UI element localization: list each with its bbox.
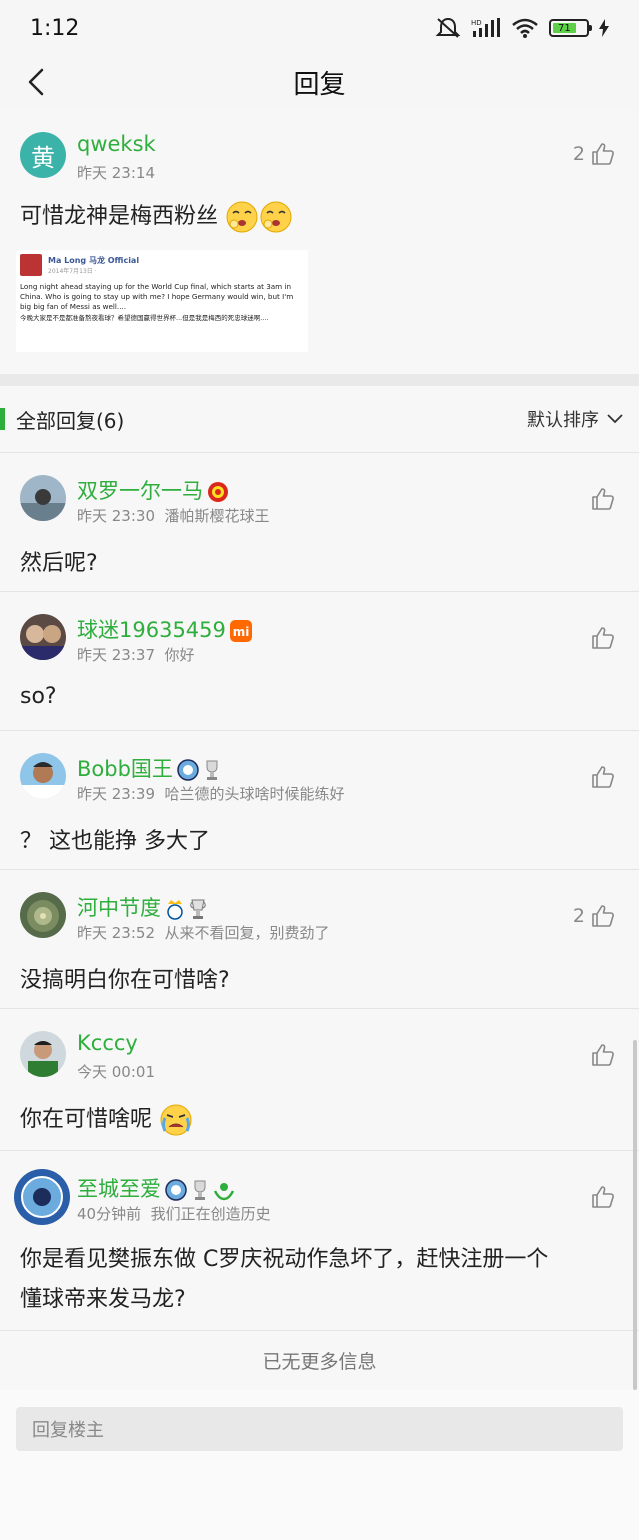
thumbs-up-icon [592, 143, 614, 165]
embed-body-zh: 今晚大家是不是都准备熬夜看球？希望德国赢得世界杯...但是我是梅西的死忠球迷啊.… [20, 314, 269, 322]
real-madrid-badge-icon [167, 900, 183, 920]
reply-text: 没搞明白你在可惜啥? [20, 968, 230, 993]
crying-emoji-icon [160, 1104, 192, 1136]
avatar[interactable] [20, 892, 66, 938]
post-time: 昨天 23:14 [77, 164, 155, 182]
reply-time: 今天 00:01 [77, 1063, 155, 1081]
section-divider [0, 374, 639, 386]
embedded-image[interactable]: Ma Long 马龙 Official 2014年7月13日 · Long ni… [16, 250, 308, 352]
reply-username[interactable]: 至城至爱 [77, 1173, 235, 1203]
embed-avatar [20, 254, 42, 276]
chevron-down-icon [607, 414, 623, 424]
like-count: 2 [572, 143, 585, 165]
post-username[interactable]: qweksk [77, 132, 156, 156]
reply-meta: 昨天 23:37 你好 [77, 646, 195, 664]
thumbs-up-icon [592, 766, 614, 788]
reply-meta: 40分钟前 我们正在创造历史 [77, 1205, 271, 1223]
page-title: 回复 [293, 69, 346, 100]
post-text-row: 可惜龙神是梅西粉丝 [20, 198, 293, 234]
battery-level: 71 [553, 23, 576, 34]
battery-icon: 71 [549, 19, 592, 37]
club-badge-icon [208, 482, 228, 502]
reply-text: ？ 这也能挣 多大了 [20, 829, 210, 854]
status-icons: HD 71 [435, 17, 609, 39]
signal-icon: HD [471, 18, 500, 37]
avatar[interactable] [20, 1031, 66, 1077]
post-text: 可惜龙神是梅西粉丝 [20, 204, 219, 229]
embed-name: Ma Long 马龙 Official [48, 256, 140, 265]
reply-item: 球迷19635459 mi 昨天 23:37 你好 so? [0, 591, 639, 730]
thumbs-up-icon [592, 627, 614, 649]
avatar[interactable] [20, 614, 66, 660]
reply-username[interactable]: 双罗一尔一马 [77, 475, 229, 505]
like-button[interactable] [591, 626, 615, 650]
embed-header: Ma Long 马龙 Official 2014年7月13日 · [20, 254, 304, 276]
mi-badge-icon: mi [229, 620, 252, 642]
status-bar: 1:12 HD 71 [0, 0, 639, 56]
reply-text-row: 你在可惜啥呢 [20, 1101, 193, 1137]
reply-item: Bobb国王 昨天 23:39 哈兰德的头球啥时候能练好 ？ 这也能挣 多大了 [0, 730, 639, 869]
sort-label: 默认排序 [527, 410, 599, 431]
like-count: 2 [572, 905, 585, 927]
charity-badge-icon [213, 1183, 235, 1201]
thumbs-up-icon [592, 905, 614, 927]
reply-text: 懂球帝来发马龙? [20, 1287, 186, 1312]
reply-item: 至城至爱 40分钟前 我们正在创造历史 你是看见樊振东做 C罗庆祝动作急坏了，赶… [0, 1150, 639, 1330]
scrollbar[interactable] [633, 1040, 637, 1390]
wifi-icon [512, 18, 538, 38]
reply-item: 河中节度 昨天 23:52 从来不看回复，别费劲了 2 没搞明白你在可惜啥? [0, 869, 639, 1008]
reply-input[interactable]: 回复楼主 [16, 1407, 623, 1451]
man-city-badge-icon [177, 759, 199, 781]
reply-username[interactable]: 河中节度 [77, 892, 207, 922]
reply-meta: 昨天 23:39 哈兰德的头球啥时候能练好 [77, 785, 345, 803]
like-button[interactable]: 2 [573, 142, 615, 166]
main-post: 黄 qweksk 昨天 23:14 2 可惜龙神是梅西粉丝 Ma Long 马龙… [0, 110, 639, 374]
charging-icon [599, 19, 609, 37]
reply-text: 你在可惜啥呢 [20, 1107, 153, 1132]
no-more-label: 已无更多信息 [0, 1330, 639, 1390]
network-label: HD [471, 19, 482, 27]
like-button[interactable] [591, 1043, 615, 1067]
trophy-icon [194, 1180, 206, 1200]
embed-body-en: Long night ahead staying up for the Worl… [20, 282, 294, 311]
reply-item: Kcccy 今天 00:01 你在可惜啥呢 [0, 1008, 639, 1150]
reply-bar: 回复楼主 [0, 1390, 639, 1540]
sort-dropdown[interactable]: 默认排序 [527, 406, 623, 432]
thumbs-up-icon [592, 1044, 614, 1066]
man-city-badge-icon [165, 1179, 187, 1201]
like-button[interactable] [591, 487, 615, 511]
reply-meta: 昨天 23:52 从来不看回复，别费劲了 [77, 924, 330, 942]
status-time: 1:12 [30, 15, 80, 41]
reply-username[interactable]: Bobb国王 [77, 753, 221, 783]
chevron-left-icon [28, 68, 44, 96]
embed-date: 2014年7月13日 · [48, 268, 97, 275]
thumbs-up-icon [592, 488, 614, 510]
yawn-emoji-icon [226, 201, 258, 233]
back-button[interactable] [20, 66, 52, 98]
like-button[interactable] [591, 1185, 615, 1209]
avatar[interactable] [20, 475, 66, 521]
yawn-emoji-icon [260, 201, 292, 233]
replies-header: 全部回复(6) 默认排序 [0, 386, 639, 452]
trophy-icon [206, 760, 218, 780]
reply-meta: 昨天 23:30 潘帕斯樱花球王 [77, 507, 270, 525]
like-button[interactable]: 2 [573, 904, 615, 928]
reply-text: 你是看见樊振东做 C罗庆祝动作急坏了，赶快注册一个 [20, 1247, 549, 1272]
like-button[interactable] [591, 765, 615, 789]
mute-icon [435, 17, 461, 38]
replies-title: 全部回复(6) [16, 408, 125, 433]
trophy-icon [190, 899, 206, 919]
reply-text: so? [20, 684, 57, 709]
nav-bar: 回复 [0, 56, 639, 108]
avatar[interactable] [20, 753, 66, 799]
avatar[interactable]: 黄 [20, 132, 66, 178]
avatar[interactable] [12, 1167, 72, 1227]
reply-username[interactable]: 球迷19635459 mi [77, 614, 252, 644]
reply-item: 双罗一尔一马 昨天 23:30 潘帕斯樱花球王 然后呢? [0, 452, 639, 591]
reply-text: 然后呢? [20, 551, 98, 576]
thumbs-up-icon [592, 1186, 614, 1208]
svg-text:mi: mi [233, 625, 250, 639]
section-marker [0, 408, 5, 430]
reply-username[interactable]: Kcccy [77, 1031, 138, 1055]
